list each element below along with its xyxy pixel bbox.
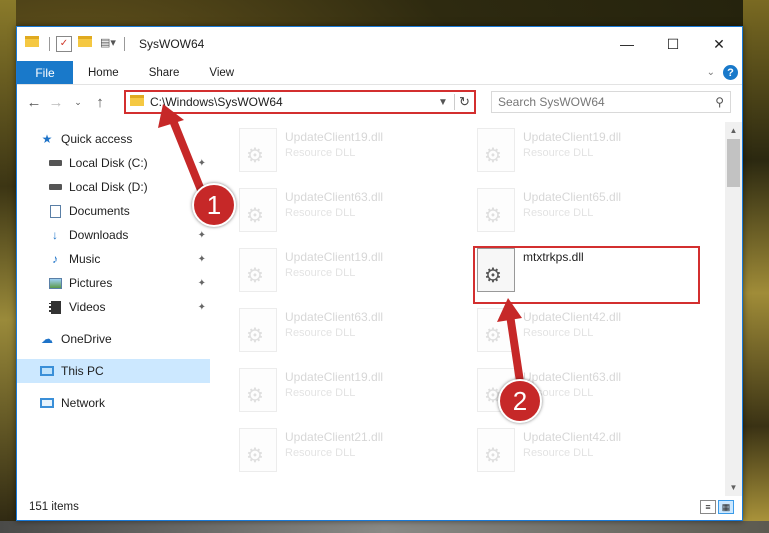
arrow-1 bbox=[158, 104, 209, 204]
annotation-arrows bbox=[158, 104, 526, 399]
step-marker-1: 1 bbox=[192, 183, 236, 227]
step-marker-2: 2 bbox=[498, 379, 542, 423]
